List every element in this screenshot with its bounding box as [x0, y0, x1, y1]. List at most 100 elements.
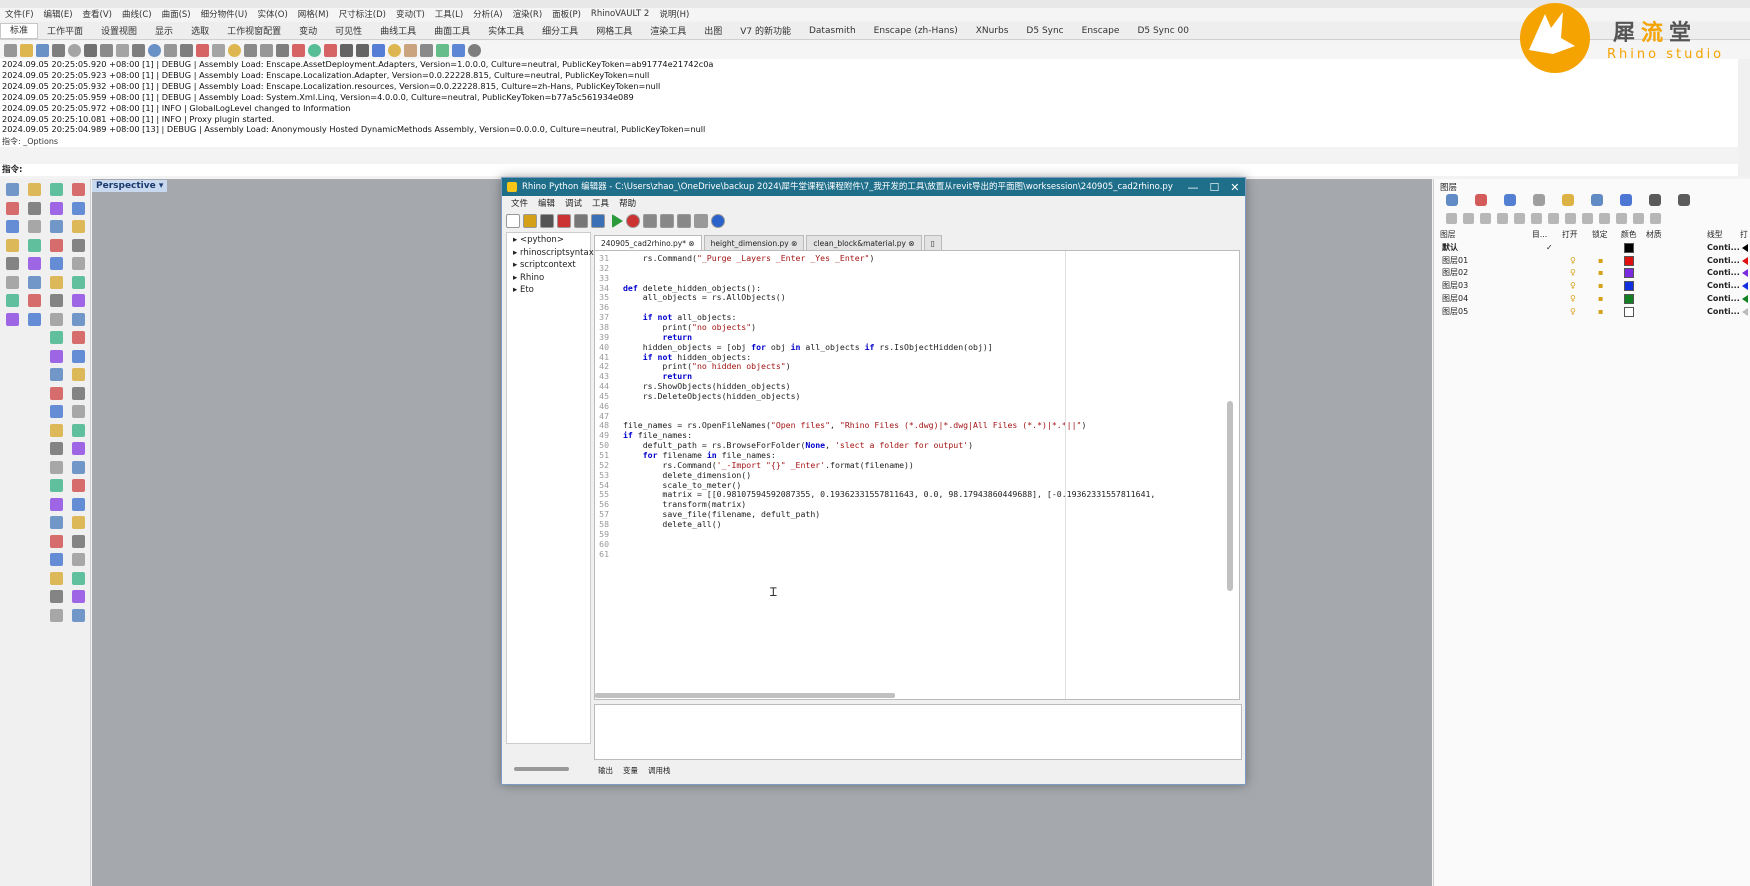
toolbar-button-icon[interactable]: [180, 43, 193, 57]
toolbar-button-icon[interactable]: [68, 43, 81, 57]
layer-color-swatch[interactable]: [1624, 293, 1634, 304]
layer-tool-icon[interactable]: [1565, 213, 1576, 224]
editor-v-scrollbar[interactable]: [1227, 401, 1233, 591]
tool-icon[interactable]: [6, 294, 19, 307]
copy-icon[interactable]: [574, 214, 588, 228]
lightbulb-icon[interactable]: ♀: [1570, 280, 1576, 292]
toolbar-button-icon[interactable]: [100, 43, 113, 57]
tool-icon[interactable]: [6, 220, 19, 233]
layer-tool-icon[interactable]: [1633, 213, 1644, 224]
toolbar-tab[interactable]: 曲面工具: [425, 24, 479, 37]
tool-icon[interactable]: [6, 257, 19, 270]
save-icon[interactable]: [540, 214, 554, 228]
maximize-icon[interactable]: ☐: [1209, 181, 1219, 194]
tool-icon[interactable]: [50, 349, 63, 363]
tool-icon[interactable]: [50, 571, 63, 585]
tool-icon[interactable]: [28, 257, 41, 270]
layer-color-swatch[interactable]: [1624, 268, 1634, 279]
toolbar-button-icon[interactable]: [212, 43, 225, 57]
toolbar-button-icon[interactable]: [324, 43, 337, 57]
tool-icon[interactable]: [50, 590, 63, 603]
python-menu-item[interactable]: 调试: [560, 197, 587, 209]
toolbar-tab[interactable]: 显示: [146, 24, 182, 37]
find-icon[interactable]: [591, 214, 605, 228]
toolbar-tab[interactable]: 工作平面: [38, 24, 92, 37]
toolbar-tab[interactable]: V7 的新功能: [731, 24, 800, 37]
toolbar-tab[interactable]: D5 Sync: [1017, 26, 1072, 36]
toolbar-tab[interactable]: 渲染工具: [641, 24, 695, 37]
menu-item[interactable]: 编辑(E): [39, 8, 78, 20]
layers-column-header[interactable]: 目...: [1532, 229, 1547, 240]
stop-icon[interactable]: [694, 214, 708, 228]
tool-icon[interactable]: [50, 405, 63, 418]
history-scrollbar[interactable]: [1738, 59, 1750, 177]
editor-tab[interactable]: height_dimension.py ⊗: [703, 235, 805, 250]
layer-tool-icon[interactable]: [1616, 213, 1627, 224]
tool-icon[interactable]: [50, 257, 63, 270]
editor-tab[interactable]: 240905_cad2rhino.py* ⊗: [594, 235, 702, 250]
tool-icon[interactable]: [72, 571, 85, 585]
toolbar-button-icon[interactable]: [452, 43, 465, 57]
panel-tab-icon[interactable]: [1620, 194, 1632, 206]
tool-icon[interactable]: [50, 442, 63, 455]
close-icon[interactable]: ✕: [1230, 181, 1239, 194]
layers-column-header[interactable]: 图层: [1440, 229, 1456, 240]
tool-icon[interactable]: [72, 553, 85, 566]
toolbar-tab[interactable]: Datasmith: [800, 26, 865, 36]
step-out-icon[interactable]: [677, 214, 691, 228]
panel-tab-icon[interactable]: [1649, 194, 1661, 206]
toolbar-tab[interactable]: 可见性: [326, 24, 371, 37]
tool-icon[interactable]: [50, 331, 63, 344]
tool-icon[interactable]: [72, 238, 85, 252]
tool-icon[interactable]: [28, 238, 41, 252]
tool-icon[interactable]: [72, 608, 85, 622]
lightbulb-icon[interactable]: ♀: [1570, 267, 1576, 279]
menu-item[interactable]: 查看(V): [78, 8, 117, 20]
menu-item[interactable]: 曲面(S): [157, 8, 196, 20]
toolbar-tab[interactable]: Enscape (zh-Hans): [865, 26, 967, 36]
layer-row[interactable]: 图层03 ♀ ▪ Conti...: [1434, 280, 1750, 292]
layer-tool-icon[interactable]: [1531, 213, 1542, 224]
tool-icon[interactable]: [72, 275, 85, 289]
tool-icon[interactable]: [72, 312, 85, 326]
toolbar-button-icon[interactable]: [276, 43, 289, 57]
new-file-icon[interactable]: [506, 214, 520, 228]
layers-column-header[interactable]: 颜色: [1621, 229, 1637, 240]
tool-icon[interactable]: [72, 386, 85, 400]
tree-scrollbar[interactable]: [514, 767, 569, 771]
layer-current-check[interactable]: ✓: [1546, 242, 1553, 254]
tool-icon[interactable]: [72, 349, 85, 363]
layer-tool-icon[interactable]: [1582, 213, 1593, 224]
tool-icon[interactable]: [72, 220, 85, 233]
layer-tool-icon[interactable]: [1446, 213, 1457, 224]
panel-tab-icon[interactable]: [1678, 194, 1690, 206]
tool-icon[interactable]: [6, 275, 19, 289]
tool-icon[interactable]: [72, 257, 85, 270]
toolbar-button-icon[interactable]: [52, 43, 65, 57]
menu-item[interactable]: 说明(H): [654, 8, 694, 20]
lightbulb-icon[interactable]: ♀: [1570, 255, 1576, 267]
tool-icon[interactable]: [50, 294, 63, 307]
layer-row[interactable]: 图层05 ♀ ▪ Conti...: [1434, 306, 1750, 318]
layer-tool-icon[interactable]: [1650, 213, 1661, 224]
tool-icon[interactable]: [50, 553, 63, 566]
toolbar-button-icon[interactable]: [244, 43, 257, 57]
toolbar-button-icon[interactable]: [292, 43, 305, 57]
tool-icon[interactable]: [50, 275, 63, 289]
tool-icon[interactable]: [50, 516, 63, 529]
menu-item[interactable]: 网格(M): [293, 8, 334, 20]
layer-tool-icon[interactable]: [1514, 213, 1525, 224]
toolbar-button-icon[interactable]: [372, 43, 385, 57]
tool-icon[interactable]: [72, 183, 85, 196]
tool-icon[interactable]: [72, 331, 85, 344]
panel-tab-icon[interactable]: [1446, 194, 1458, 206]
tool-icon[interactable]: [50, 238, 63, 252]
toolbar-tab[interactable]: 设置视图: [92, 24, 146, 37]
menu-item[interactable]: 细分物件(U): [196, 8, 253, 20]
toolbar-tab[interactable]: 出图: [695, 24, 731, 37]
tree-node[interactable]: ▸ Eto: [513, 285, 534, 295]
tree-node[interactable]: ▸ rhinoscriptsyntax: [513, 248, 594, 258]
tool-icon[interactable]: [6, 238, 19, 252]
layer-tool-icon[interactable]: [1480, 213, 1491, 224]
menu-item[interactable]: 工具(L): [430, 8, 468, 20]
